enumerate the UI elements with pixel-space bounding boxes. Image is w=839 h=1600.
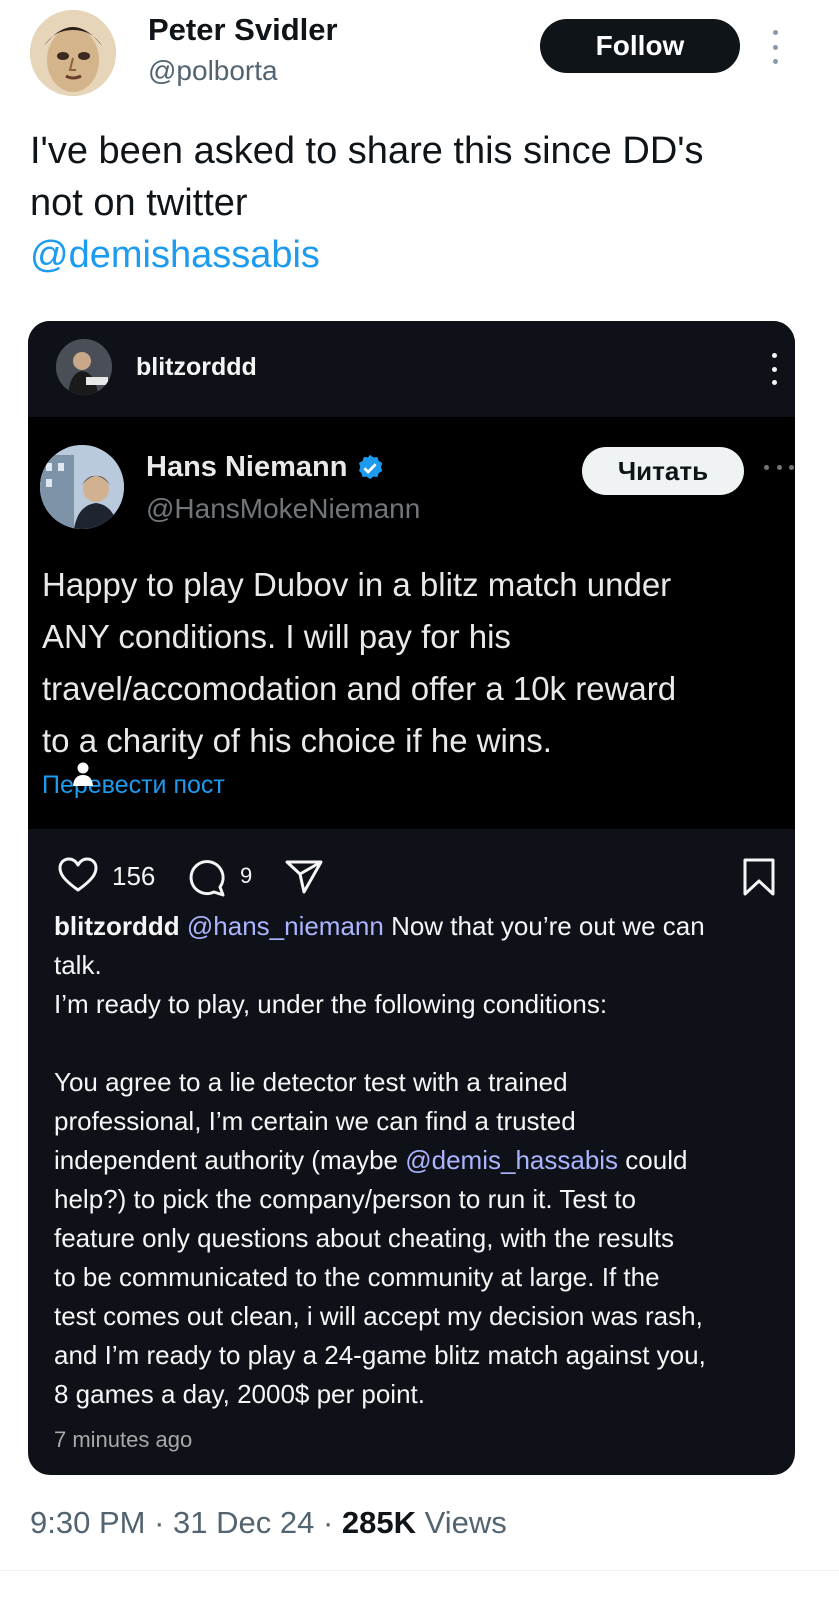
caption-text: could (618, 1145, 688, 1175)
mention-link[interactable]: @demishassabis (30, 229, 820, 281)
caption-line: independent authority (maybe @demis_hass… (54, 1141, 789, 1180)
embedded-author-name-text: Hans Niemann (146, 451, 348, 483)
embedded-more-icon[interactable] (764, 465, 794, 473)
embedded-author-avatar[interactable] (40, 445, 124, 529)
tweet-meta: 9:30 PM · 31 Dec 24 · 285K Views (30, 1505, 507, 1541)
embedded-text-line: travel/accomodation and offer a 10k rewa… (42, 670, 677, 707)
comment-icon[interactable] (186, 857, 226, 897)
more-options-icon[interactable] (766, 30, 784, 64)
card-username[interactable]: blitzorddd (136, 353, 257, 382)
caption-line: I’m ready to play, under the following c… (54, 989, 608, 1019)
views-count: 285K (341, 1505, 417, 1540)
follow-button[interactable]: Follow (540, 19, 740, 73)
caption-mention[interactable]: @hans_niemann (187, 911, 384, 941)
caption-mention[interactable]: @demis_hassabis (405, 1145, 618, 1175)
caption-line: You agree to a lie detector test with a … (54, 1067, 568, 1097)
tweet-date[interactable]: 31 Dec 24 (173, 1505, 314, 1540)
caption-line: feature only questions about cheating, w… (54, 1223, 675, 1253)
caption-text: Now that you’re out we can (383, 911, 705, 941)
card-header: blitzorddd (28, 321, 795, 417)
comments-count: 9 (240, 863, 253, 888)
caption-line: and I’m ready to play a 24-game blitz ma… (54, 1340, 706, 1370)
author-avatar[interactable] (30, 10, 116, 96)
card-user-avatar[interactable] (56, 339, 112, 395)
embedded-author-handle[interactable]: @HansMokeNiemann (146, 493, 420, 525)
tweet-text-line: not on twitter (30, 182, 248, 224)
caption-line: professional, I’m certain we can find a … (54, 1106, 576, 1136)
caption-line: help?) to pick the company/person to run… (54, 1184, 636, 1214)
meta-separator: · (145, 1505, 174, 1540)
translate-post-link[interactable]: Перевести пост (42, 771, 225, 800)
bookmark-icon[interactable] (742, 857, 776, 897)
tweet-text-line: I've been asked to share this since DD's (30, 130, 704, 172)
embedded-text-line: Happy to play Dubov in a blitz match und… (42, 566, 672, 603)
author-handle[interactable]: @polborta (148, 55, 278, 87)
caption-line: 8 games a day, 2000$ per point. (54, 1379, 425, 1409)
embedded-text-line: ANY conditions. I will pay for his (42, 618, 511, 655)
read-button[interactable]: Читать (582, 447, 744, 495)
action-bar: 156 9 (28, 829, 795, 919)
caption-line: to be communicated to the community at l… (54, 1262, 660, 1292)
tweet-time[interactable]: 9:30 PM (30, 1505, 145, 1540)
divider (0, 1570, 839, 1571)
caption-line: blitzorddd @hans_niemann Now that you’re… (54, 907, 789, 946)
tweet-text: I've been asked to share this since DD's… (30, 125, 820, 281)
post-time-ago: 7 minutes ago (54, 1427, 193, 1452)
author-name[interactable]: Peter Svidler (148, 12, 338, 48)
meta-separator: · (314, 1505, 342, 1540)
views-label: Views (424, 1505, 507, 1540)
caption-line: test comes out clean, i will accept my d… (54, 1301, 703, 1331)
embedded-author-name[interactable]: Hans Niemann (146, 451, 385, 484)
heart-icon[interactable] (58, 857, 98, 893)
embedded-tweet: Hans Niemann @HansMokeNiemann Читать Hap… (28, 417, 795, 829)
card-more-icon[interactable] (768, 353, 780, 385)
embedded-media-card[interactable]: blitzorddd Hans Niemann @HansMokeNiemann (28, 321, 795, 1475)
caption-line: talk. (54, 950, 102, 980)
caption-text: independent authority (maybe (54, 1145, 406, 1175)
share-icon[interactable] (284, 859, 324, 895)
embedded-tweet-text: Happy to play Dubov in a blitz match und… (42, 559, 787, 767)
verified-badge-icon (359, 454, 383, 479)
post-caption: blitzorddd @hans_niemann Now that you’re… (54, 907, 789, 1414)
person-icon (73, 762, 93, 786)
likes-count: 156 (112, 861, 156, 891)
caption-username[interactable]: blitzorddd (54, 911, 180, 941)
embedded-text-line: to a charity of his choice if he wins. (42, 722, 552, 759)
